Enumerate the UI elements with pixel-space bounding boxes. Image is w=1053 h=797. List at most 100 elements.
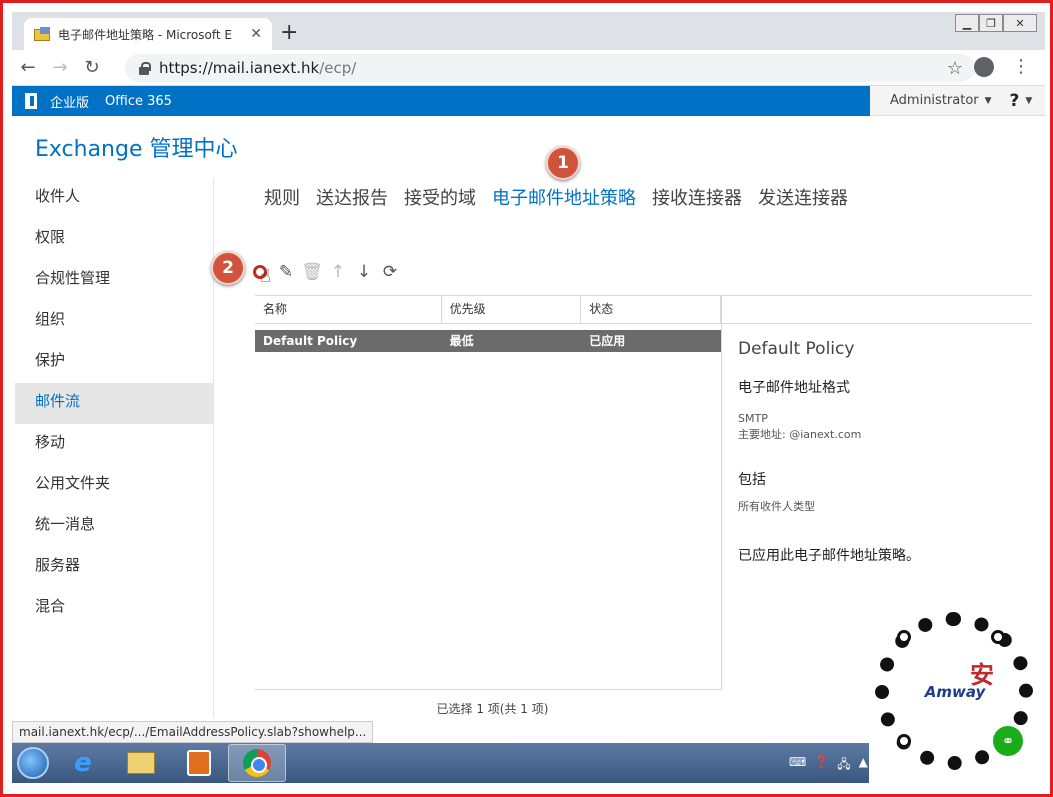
chrome-icon [243, 749, 271, 777]
browser-menu-icon[interactable]: ⋮ [1012, 56, 1030, 77]
nav-mail-flow[interactable]: 邮件流 [15, 383, 213, 424]
detail-pane: Default Policy 电子邮件地址格式 SMTP 主要地址: @iane… [738, 339, 1028, 565]
minimize-icon[interactable]: ▁ [955, 14, 979, 32]
address-bar[interactable]: https://mail.ianext.hk/ecp/ ☆ [125, 54, 975, 82]
screen-frame: 电子邮件地址策略 - Microsoft E ✕ + ▁ ❐ ✕ ← → ↻ h… [0, 0, 1053, 797]
nav-hybrid[interactable]: 混合 [15, 588, 213, 629]
miniprogram-link-icon: ⚭ [993, 726, 1023, 756]
forward-icon[interactable]: → [44, 57, 76, 78]
detail-format-heading: 电子邮件地址格式 [738, 380, 850, 396]
move-up-arrow-icon[interactable]: ↑ [329, 261, 347, 283]
left-nav: 收件人 权限 合规性管理 组织 保护 邮件流 移动 公用文件夹 统一消息 服务器… [15, 178, 214, 718]
column-header-priority[interactable]: 优先级 [442, 296, 582, 323]
browser-tab-active[interactable]: 电子邮件地址策略 - Microsoft E ✕ [24, 18, 272, 50]
help-caret-icon[interactable]: ▼ [1025, 96, 1032, 106]
step-badge-1: 1 [546, 146, 580, 180]
title-en: Exchange [35, 137, 143, 162]
qr-code-watermark: Amway 安 ⚭ [869, 608, 1039, 778]
user-bar: Administrator ▼ ? ▼ [870, 86, 1045, 116]
taskbar-chrome[interactable] [228, 744, 286, 782]
exchange-favicon-icon [34, 27, 50, 41]
nav-compliance[interactable]: 合规性管理 [15, 260, 213, 301]
mailflow-subtabs: 规则 送达报告 接受的域 电子邮件地址策略 接收连接器 发送连接器 [264, 184, 848, 210]
nav-mobile[interactable]: 移动 [15, 424, 213, 465]
detail-header-line [722, 295, 1032, 324]
refresh-icon[interactable]: ⟳ [381, 261, 399, 283]
office-logo-icon[interactable] [12, 86, 50, 116]
window-close-icon[interactable]: ✕ [1003, 14, 1037, 32]
column-header-status[interactable]: 状态 [581, 296, 721, 323]
hand-cursor-icon: ☝ [260, 266, 271, 287]
tray-expand-icon[interactable]: ▲ [859, 755, 868, 776]
office365-link[interactable]: Office 365 [105, 94, 172, 109]
back-icon[interactable]: ← [12, 57, 44, 78]
qr-eye-icon [897, 734, 911, 748]
nav-unified-messaging[interactable]: 统一消息 [15, 506, 213, 547]
action-toolbar: ✎ 🗑 ↑ ↓ ⟳ [251, 261, 399, 283]
row-priority: 最低 [449, 334, 474, 348]
restore-icon[interactable]: ❐ [979, 14, 1003, 32]
tab-rules[interactable]: 规则 [264, 184, 300, 210]
qr-eye-icon [897, 630, 911, 644]
nav-public-folders[interactable]: 公用文件夹 [15, 465, 213, 506]
nav-permissions[interactable]: 权限 [15, 219, 213, 260]
network-icon[interactable]: 🖧 [837, 755, 850, 776]
row-name: Default Policy [263, 334, 358, 348]
delete-trash-icon[interactable]: 🗑 [301, 261, 323, 283]
nav-recipients[interactable]: 收件人 [15, 178, 213, 219]
detail-title: Default Policy [738, 339, 855, 359]
browser-toolbar: ← → ↻ https://mail.ianext.hk/ecp/ ☆ ⋮ [12, 50, 1045, 86]
tab-accepted-domains[interactable]: 接受的域 [404, 184, 476, 210]
browser-tabstrip: 电子邮件地址策略 - Microsoft E ✕ + ▁ ❐ ✕ [12, 12, 1045, 50]
move-down-arrow-icon[interactable]: ↓ [355, 261, 373, 283]
bookmark-star-icon[interactable]: ☆ [947, 58, 963, 79]
step-badge-2: 2 [211, 251, 245, 285]
help-icon[interactable]: ? [1010, 91, 1020, 111]
lock-icon [137, 61, 151, 75]
selection-count: 已选择 1 项(共 1 项) [436, 702, 549, 716]
nav-servers[interactable]: 服务器 [15, 547, 213, 588]
column-header-name[interactable]: 名称 [255, 296, 442, 323]
tab-email-address-policies[interactable]: 电子邮件地址策略 [492, 184, 636, 210]
reload-icon[interactable]: ↻ [76, 57, 108, 78]
taskbar-media[interactable] [170, 744, 228, 782]
detail-format-primary: 主要地址: @ianext.com [738, 428, 862, 441]
url-host: mail.ianext.hk [212, 59, 320, 77]
nav-organization[interactable]: 组织 [15, 301, 213, 342]
o365-navbar: 企业版 Office 365 [12, 86, 870, 116]
windows-logo-icon [17, 747, 49, 779]
edit-pencil-icon[interactable]: ✎ [277, 261, 295, 283]
taskbar-explorer[interactable] [112, 744, 170, 782]
keyboard-icon[interactable]: ⌨ [789, 755, 806, 776]
edition-label[interactable]: 企业版 [50, 92, 89, 111]
profile-avatar-icon[interactable] [974, 57, 994, 77]
tab-close-icon[interactable]: ✕ [250, 26, 262, 42]
policy-list: 名称 优先级 状态 Default Policy 最低 已应用 [255, 295, 722, 690]
row-status: 已应用 [589, 334, 626, 348]
media-player-icon [187, 750, 211, 776]
nav-protection[interactable]: 保护 [15, 342, 213, 383]
status-bar-url: mail.ianext.hk/ecp/.../EmailAddressPolic… [12, 721, 374, 743]
url-text: https://mail.ianext.hk/ecp/ [159, 59, 356, 77]
table-row[interactable]: Default Policy 最低 已应用 [255, 330, 721, 352]
page-title: Exchange 管理中心 [35, 131, 238, 163]
list-header: 名称 优先级 状态 [255, 295, 721, 324]
tab-receive-connectors[interactable]: 接收连接器 [652, 184, 742, 210]
window-controls: ▁ ❐ ✕ [955, 14, 1037, 32]
tab-delivery-reports[interactable]: 送达报告 [316, 184, 388, 210]
detail-include-value: 所有收件人类型 [738, 500, 815, 513]
amway-chinese-mark-icon: 安 [970, 661, 994, 689]
system-tray: ⌨ ❓ 🖧 ▲ [789, 755, 868, 776]
tab-send-connectors[interactable]: 发送连接器 [758, 184, 848, 210]
url-scheme: https:// [159, 59, 213, 77]
start-button[interactable] [12, 743, 54, 783]
tab-title: 电子邮件地址策略 - Microsoft E [58, 27, 232, 42]
user-menu[interactable]: Administrator [890, 93, 979, 108]
user-caret-icon[interactable]: ▼ [985, 96, 992, 106]
taskbar-ie[interactable]: e [54, 744, 112, 782]
help-tray-icon[interactable]: ❓ [814, 755, 829, 776]
new-tab-button[interactable]: + [280, 20, 298, 45]
list-footer-divider [255, 689, 722, 690]
windows-taskbar: e [12, 743, 869, 783]
detail-applied-statement: 已应用此电子邮件地址策略。 [738, 548, 920, 564]
